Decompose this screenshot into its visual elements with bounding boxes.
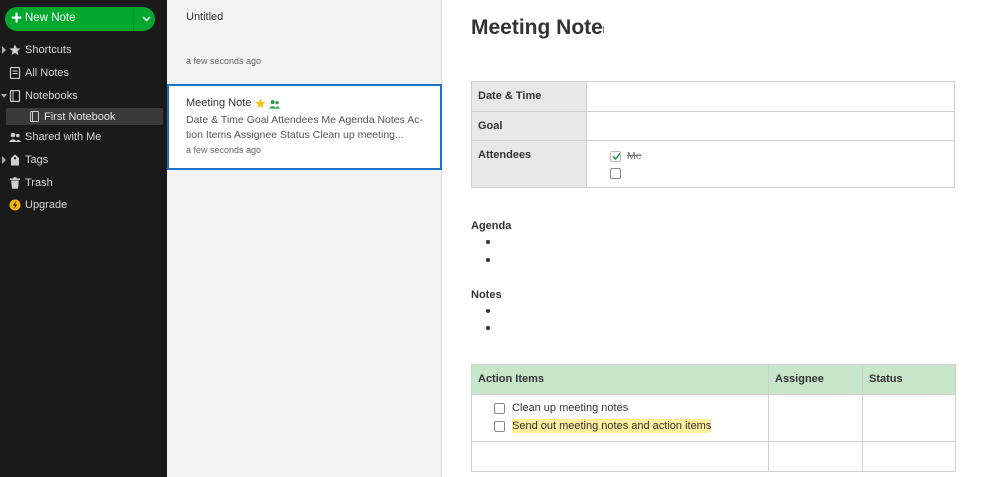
- note-card-time: a few seconds ago: [186, 145, 262, 155]
- note-card-untitled[interactable]: Untitled a few seconds ago: [167, 0, 442, 84]
- notes-bullet[interactable]: [486, 326, 490, 330]
- attendee-checkbox[interactable]: [610, 150, 621, 162]
- goal-cell[interactable]: [586, 111, 955, 141]
- new-note-label: New Note: [25, 12, 76, 24]
- sidebar-item-all-notes[interactable]: All Notes: [0, 63, 167, 83]
- note-card-snippet: Date & Time Goal Attendees Me Agenda Not…: [186, 114, 423, 141]
- attendee-row: Me: [610, 149, 954, 163]
- action-items-header: Action Items: [471, 364, 769, 395]
- sidebar-item-shared-with-me[interactable]: Shared with Me: [0, 127, 167, 147]
- status-cell[interactable]: [862, 394, 956, 442]
- sidebar-item-label: Tags: [25, 154, 49, 166]
- assignee-header: Assignee: [768, 364, 863, 395]
- note-card-time: a few seconds ago: [186, 56, 262, 66]
- date-time-label: Date & Time: [471, 81, 587, 112]
- date-time-cell[interactable]: [586, 81, 955, 112]
- note-card-title: Meeting Note: [186, 97, 252, 109]
- note-title[interactable]: Meeting Note: [471, 16, 603, 40]
- task-text[interactable]: Send out meeting notes and action items: [512, 419, 712, 433]
- status-cell[interactable]: [862, 441, 956, 472]
- assignee-cell[interactable]: [768, 441, 863, 472]
- action-items-table: Action Items Assignee Status: [471, 364, 956, 472]
- task-item: Send out meeting notes and action items: [494, 419, 712, 433]
- sidebar: + New Note Shortcuts All Notes Notebooks…: [0, 0, 167, 477]
- sidebar-item-tags[interactable]: Tags: [0, 150, 167, 170]
- attendee-checkbox[interactable]: [610, 167, 621, 179]
- sidebar-item-label: First Notebook: [44, 110, 116, 123]
- sidebar-item-first-notebook[interactable]: First Notebook: [6, 108, 163, 125]
- plus-icon: +: [11, 8, 23, 29]
- people-icon: [9, 132, 21, 142]
- new-note-button[interactable]: + New Note: [5, 7, 155, 31]
- note-icon: [9, 67, 21, 79]
- status-header: Status: [862, 364, 956, 395]
- tag-icon: [11, 154, 19, 166]
- task-checkbox[interactable]: [494, 402, 505, 414]
- goal-label: Goal: [471, 111, 587, 141]
- sidebar-item-label: All Notes: [25, 67, 70, 79]
- upgrade-icon: [9, 199, 21, 211]
- star-icon: [255, 98, 266, 109]
- sidebar-item-label: Notebooks: [25, 90, 78, 102]
- chevron-down-icon[interactable]: [138, 10, 155, 27]
- sidebar-item-label: Shared with Me: [25, 131, 102, 143]
- text-cursor: I: [602, 25, 605, 36]
- sidebar-item-trash[interactable]: Trash: [0, 173, 167, 193]
- sidebar-item-shortcuts[interactable]: Shortcuts: [0, 40, 167, 60]
- agenda-heading: Agenda: [471, 220, 512, 232]
- sidebar-item-label: Shortcuts: [25, 44, 72, 56]
- sidebar-item-label: Trash: [25, 177, 53, 189]
- attendee-row: [610, 166, 954, 180]
- note-editor: Meeting Note I Date & Time Goal Attendee…: [442, 0, 1000, 477]
- shared-icon: [269, 100, 280, 109]
- new-note-divider: [133, 7, 134, 31]
- task-text[interactable]: Clean up meeting notes: [512, 402, 628, 414]
- task-item: Clean up meeting notes: [494, 402, 628, 414]
- caret-right-icon[interactable]: [1, 156, 7, 164]
- agenda-bullet[interactable]: [486, 258, 490, 262]
- notebook-icon: [30, 111, 39, 122]
- task-checkbox[interactable]: [494, 420, 505, 432]
- agenda-bullet[interactable]: [486, 240, 490, 244]
- note-card-meeting-note[interactable]: Meeting Note Date & Time Goal Attendees …: [167, 84, 442, 170]
- notes-bullet[interactable]: [486, 309, 490, 313]
- attendee-name: Me: [627, 150, 642, 162]
- note-card-title: Untitled: [186, 11, 224, 23]
- caret-down-icon[interactable]: [1, 92, 7, 100]
- star-icon: [9, 44, 21, 55]
- info-table: Date & Time Goal Attendees Me: [471, 81, 955, 188]
- attendees-cell[interactable]: Me: [586, 140, 955, 188]
- sidebar-item-label: Upgrade: [25, 199, 68, 211]
- assignee-cell[interactable]: [768, 394, 863, 442]
- sidebar-item-upgrade[interactable]: Upgrade: [0, 195, 167, 215]
- notes-heading: Notes: [471, 289, 502, 301]
- notebook-icon: [9, 90, 21, 102]
- caret-right-icon[interactable]: [1, 46, 7, 54]
- sidebar-item-notebooks[interactable]: Notebooks: [0, 86, 167, 106]
- trash-icon: [10, 177, 20, 189]
- note-list: Untitled a few seconds ago Meeting Note …: [167, 0, 442, 477]
- action-items-cell[interactable]: [471, 441, 769, 472]
- attendees-label: Attendees: [471, 140, 587, 188]
